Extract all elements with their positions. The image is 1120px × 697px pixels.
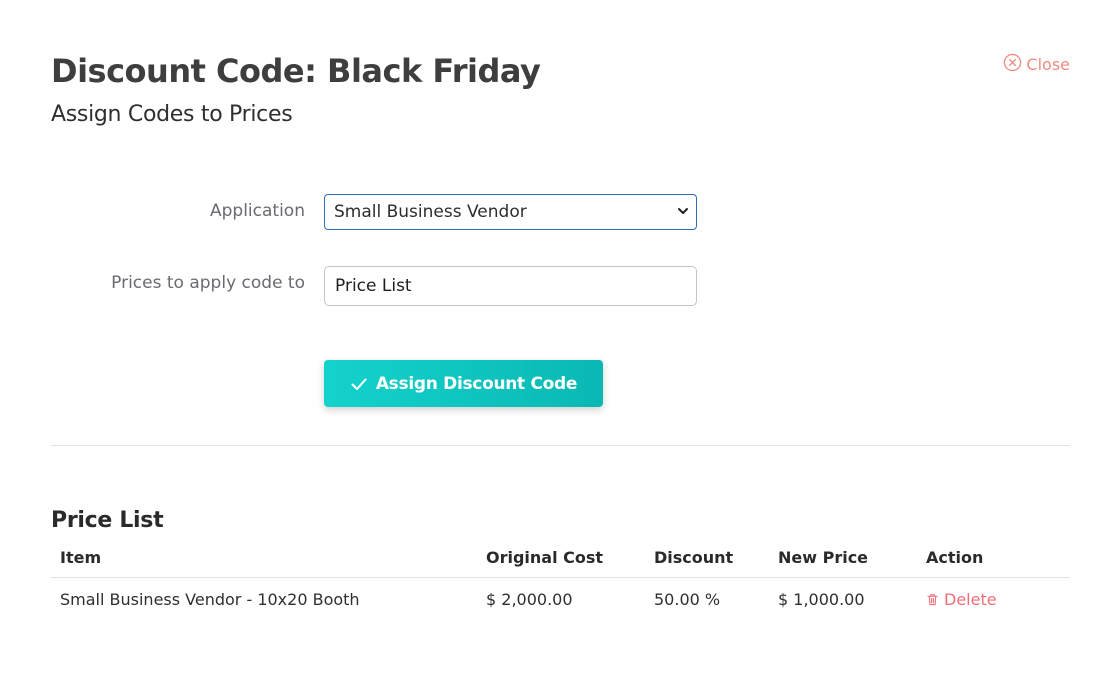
table-row: Small Business Vendor - 10x20 Booth $ 2,… (51, 578, 1070, 620)
application-row: Application Small Business Vendor (0, 194, 1120, 230)
cell-original-cost: $ 2,000.00 (486, 590, 573, 609)
close-circle-icon (1003, 53, 1022, 76)
page-title: Discount Code: Black Friday (51, 52, 541, 90)
assign-codes-modal: Discount Code: Black Friday Assign Codes… (0, 0, 1120, 697)
delete-label: Delete (944, 590, 997, 609)
prices-row: Prices to apply code to Price List (0, 266, 1120, 306)
close-label: Close (1026, 55, 1070, 74)
column-header-discount: Discount (654, 548, 734, 567)
column-header-original-cost: Original Cost (486, 548, 604, 567)
application-label: Application (210, 201, 305, 221)
section-divider (51, 445, 1070, 446)
column-header-item: Item (60, 548, 102, 567)
cell-new-price: $ 1,000.00 (778, 590, 865, 609)
prices-input[interactable]: Price List (324, 266, 697, 306)
chevron-down-icon (678, 208, 688, 214)
price-list-title: Price List (51, 508, 164, 533)
assign-button-label: Assign Discount Code (375, 373, 578, 394)
trash-icon (927, 594, 938, 606)
column-header-action: Action (926, 548, 984, 567)
table-header: Item Original Cost Discount New Price Ac… (51, 538, 1070, 578)
prices-input-value: Price List (335, 276, 412, 296)
delete-link[interactable]: Delete (926, 590, 997, 609)
assign-discount-code-button[interactable]: Assign Discount Code (324, 360, 603, 407)
check-icon (351, 378, 367, 390)
application-select[interactable]: Small Business Vendor (324, 194, 697, 230)
page-subtitle: Assign Codes to Prices (51, 102, 293, 127)
column-header-new-price: New Price (778, 548, 869, 567)
cell-discount: 50.00 % (654, 590, 721, 609)
prices-label: Prices to apply code to (111, 273, 305, 293)
close-button[interactable]: Close (1003, 53, 1070, 76)
application-selected-value: Small Business Vendor (334, 202, 527, 222)
cell-item: Small Business Vendor - 10x20 Booth (60, 590, 360, 609)
price-list-table: Item Original Cost Discount New Price Ac… (51, 538, 1070, 620)
